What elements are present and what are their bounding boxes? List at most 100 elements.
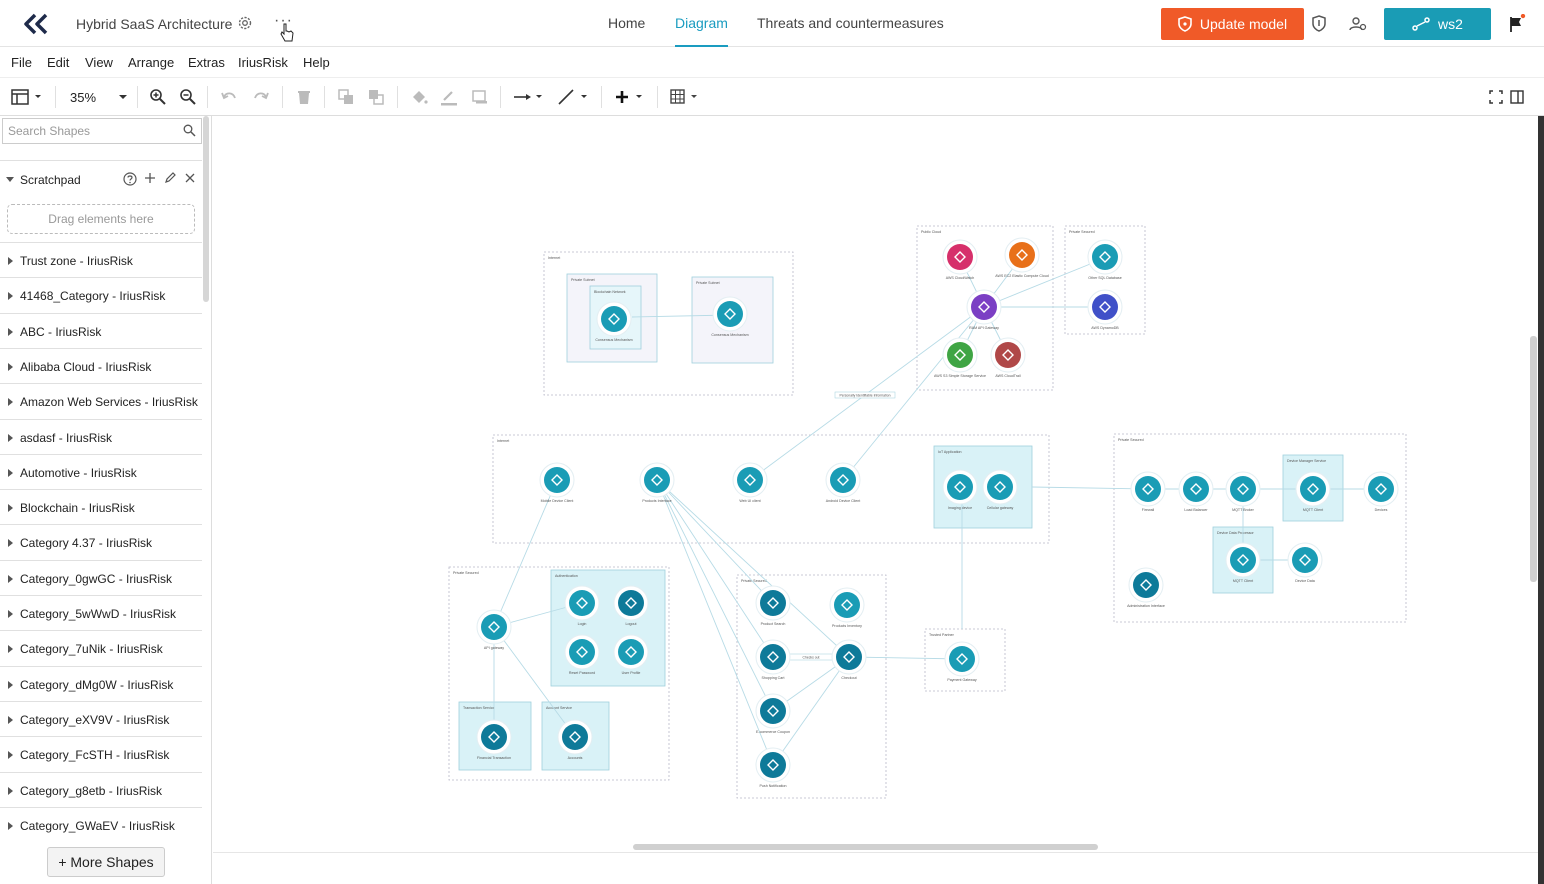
payment-icon[interactable] — [949, 646, 975, 672]
insert-plus-icon[interactable] — [613, 88, 647, 106]
menu-view[interactable]: View — [85, 55, 113, 70]
fingerprint-icon[interactable] — [569, 639, 595, 665]
dynamodb-icon[interactable] — [1092, 294, 1118, 320]
library-item[interactable]: asdasf - IriusRisk — [0, 418, 202, 454]
library-item[interactable]: Alibaba Cloud - IriusRisk — [0, 347, 202, 383]
trust-zone[interactable] — [550, 569, 666, 687]
library-item[interactable]: Category_GWaEV - IriusRisk — [0, 806, 202, 842]
component-icon[interactable] — [760, 644, 786, 670]
redo-icon[interactable] — [252, 88, 270, 106]
component-icon[interactable] — [1133, 572, 1159, 598]
threat-shield-icon[interactable] — [1309, 14, 1329, 34]
desktop-icon[interactable] — [737, 467, 763, 493]
menu-arrange[interactable]: Arrange — [128, 55, 174, 70]
library-item[interactable]: Category_7uNik - IriusRisk — [0, 630, 202, 665]
help-icon[interactable] — [123, 172, 137, 186]
more-shapes-button[interactable]: + More Shapes — [47, 847, 165, 877]
vertical-scrollbar[interactable] — [1530, 336, 1537, 582]
firewall-icon[interactable] — [1135, 476, 1161, 502]
menu-file[interactable]: File — [11, 55, 32, 70]
add-icon[interactable] — [144, 172, 156, 184]
gear-network-icon[interactable] — [481, 614, 507, 640]
format-panel-toggle-icon[interactable] — [1509, 88, 1525, 106]
data-flow-edge[interactable] — [656, 479, 850, 658]
library-item[interactable]: Category_0gwGC - IriusRisk — [0, 559, 202, 595]
android-icon[interactable] — [830, 467, 856, 493]
diagram-canvas[interactable]: Internet Private Subnet Private Subnet Bloc… — [213, 116, 1539, 852]
library-item[interactable]: Category_FcSTH - IriusRisk — [0, 736, 202, 771]
library-item[interactable]: Category_5wWwD - IriusRisk — [0, 595, 202, 630]
s3-icon[interactable] — [947, 342, 973, 368]
mobile-icon[interactable] — [544, 467, 570, 493]
cloudtrail-icon[interactable] — [995, 342, 1021, 368]
tab-threats[interactable]: Threats and countermeasures — [757, 0, 944, 47]
data-flow-edge[interactable] — [656, 479, 774, 766]
library-item[interactable]: Amazon Web Services - IriusRisk — [0, 383, 202, 418]
connection-style-icon[interactable] — [512, 88, 546, 106]
scratchpad-header[interactable]: Scratchpad — [0, 160, 202, 196]
library-item[interactable]: Blockchain - IriusRisk — [0, 489, 202, 524]
sql-database-icon[interactable] — [1092, 244, 1118, 270]
library-item[interactable]: Category 4.37 - IriusRisk — [0, 524, 202, 559]
collapse-double-chevron-icon[interactable] — [22, 12, 50, 36]
component-icon[interactable] — [836, 644, 862, 670]
tab-diagram[interactable]: Diagram — [675, 0, 728, 47]
database-icon[interactable] — [1368, 476, 1394, 502]
menu-edit[interactable]: Edit — [47, 55, 69, 70]
cloudwatch-icon[interactable] — [947, 244, 973, 270]
router-icon[interactable] — [987, 474, 1013, 500]
panels-toggle-button[interactable] — [10, 88, 44, 106]
api-gateway-icon[interactable] — [971, 294, 997, 320]
library-item[interactable]: Category_eXV9V - IriusRisk — [0, 700, 202, 736]
menu-iriusrisk[interactable]: IriusRisk — [238, 55, 288, 70]
camera-icon[interactable] — [947, 474, 973, 500]
zoom-in-icon[interactable] — [149, 88, 167, 106]
shadow-icon[interactable] — [471, 88, 489, 106]
table-icon[interactable] — [669, 88, 703, 106]
zoom-out-icon[interactable] — [179, 88, 197, 106]
users-settings-icon[interactable] — [1348, 14, 1368, 34]
delete-trash-icon[interactable] — [295, 88, 313, 106]
database-icon[interactable] — [1292, 547, 1318, 573]
menu-help[interactable]: Help — [303, 55, 330, 70]
login-icon[interactable] — [569, 590, 595, 616]
waypoints-icon[interactable] — [557, 88, 591, 106]
library-item[interactable]: ABC - IriusRisk — [0, 312, 202, 348]
library-item[interactable]: Category_dMg0W - IriusRisk — [0, 665, 202, 701]
component-icon[interactable] — [760, 590, 786, 616]
edit-pencil-icon[interactable] — [164, 172, 176, 184]
desktop-icon[interactable] — [644, 467, 670, 493]
library-item[interactable]: 41468_Category - IriusRisk — [0, 277, 202, 312]
to-front-icon[interactable] — [337, 88, 355, 106]
component-icon[interactable] — [562, 724, 588, 750]
component-icon[interactable] — [618, 590, 644, 616]
component-icon[interactable] — [760, 752, 786, 778]
hub-icon[interactable] — [1230, 476, 1256, 502]
flag-notification-icon[interactable] — [1506, 14, 1526, 34]
search-shapes-input[interactable]: Search Shapes — [2, 118, 202, 144]
library-item[interactable]: Category_g8etb - IriusRisk — [0, 771, 202, 807]
hub-icon[interactable] — [1300, 476, 1326, 502]
network-icon[interactable] — [601, 306, 627, 332]
ec2-icon[interactable] — [1009, 242, 1035, 268]
library-item[interactable]: Trust zone - IriusRisk — [0, 242, 202, 277]
project-settings-gear-icon[interactable] — [236, 14, 254, 32]
zoom-select[interactable]: 35% — [70, 88, 129, 106]
hub-icon[interactable] — [1230, 547, 1256, 573]
data-flow-edge[interactable] — [656, 479, 774, 658]
fullscreen-icon[interactable] — [1488, 88, 1504, 106]
search-icon[interactable] — [183, 124, 196, 137]
component-icon[interactable] — [481, 724, 507, 750]
line-color-icon[interactable] — [440, 88, 458, 106]
close-icon[interactable] — [184, 172, 196, 184]
library-item[interactable]: Automotive - IriusRisk — [0, 453, 202, 489]
menu-extras[interactable]: Extras — [188, 55, 225, 70]
sidebar-scrollbar[interactable] — [203, 116, 209, 302]
cloud-icon[interactable] — [1183, 476, 1209, 502]
component-icon[interactable] — [760, 698, 786, 724]
database-icon[interactable] — [834, 592, 860, 618]
update-model-button[interactable]: Update model — [1161, 8, 1304, 40]
to-back-icon[interactable] — [367, 88, 385, 106]
diagram-svg[interactable]: Internet Private Subnet Private Subnet Bloc… — [213, 116, 1539, 852]
horizontal-scrollbar[interactable] — [633, 844, 1098, 850]
